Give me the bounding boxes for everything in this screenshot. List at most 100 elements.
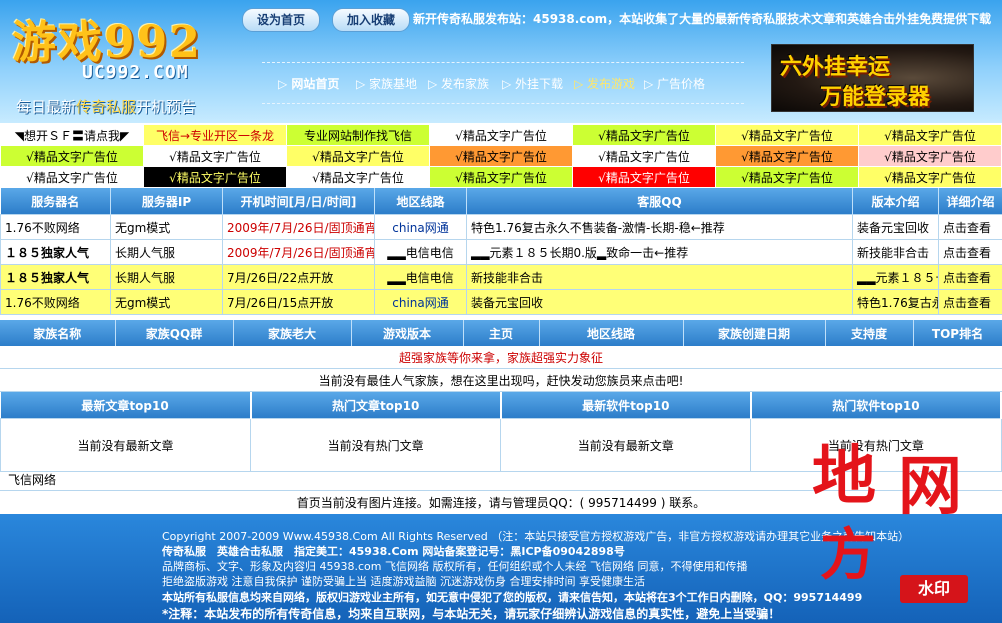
column-header: 详细介绍 bbox=[938, 188, 1002, 215]
ad-cell[interactable]: √精品文字广告位 bbox=[429, 145, 573, 167]
column-header: 版本介绍 bbox=[852, 188, 939, 215]
version-intro: 新技能非合击 bbox=[466, 264, 853, 290]
watermark-char: 地 bbox=[812, 439, 876, 514]
footer-disclaimer: 本站所有私服信息均来自网络，版权归游戏业主所有，如无意中侵犯了您的版权，请来信告… bbox=[162, 591, 863, 604]
footer-credits: 传奇私服 英雄合击私服 指定美工：45938.Com 网站备案登记号：黑ICP备… bbox=[162, 545, 625, 558]
server-name[interactable]: １８５独家人气 bbox=[0, 239, 111, 265]
ad-cell[interactable]: 专业网站制作找飞信 bbox=[286, 124, 430, 146]
nav-item-publish-game[interactable]: ▷ 发布游戏 bbox=[574, 75, 635, 92]
ad-cell[interactable]: √精品文字广告位 bbox=[715, 145, 859, 167]
view-details-link[interactable]: 点击查看 bbox=[938, 239, 1002, 265]
top10-header-hot-software: 热门软件top10 bbox=[750, 392, 1002, 419]
nav-item-family-base[interactable]: ▷ 家族基地 bbox=[356, 75, 417, 92]
server-intro[interactable]: 特色1.76复古永久不售装备-激情-长期-稳←推荐 bbox=[466, 214, 853, 240]
footer-brand-notice: 品牌商标、文字、形象及内容归 45938.com 飞信网络 版权所有，任何组织或… bbox=[162, 560, 748, 573]
server-row: １８５独家人气 长期人气服 2009年/7月/26日/固顶通宵 ▂▂电信电信 ▂… bbox=[0, 239, 1002, 265]
view-details-link[interactable]: 点击查看 bbox=[938, 214, 1002, 240]
top10-header-latest-software: 最新软件top10 bbox=[500, 392, 752, 419]
version-intro: 装备元宝回收 bbox=[852, 214, 939, 240]
open-time: 2009年/7月/26日/固顶通宵 bbox=[222, 239, 375, 265]
server-ip: 无gm模式 bbox=[110, 289, 223, 315]
open-time: 7月/26日/22点开放 bbox=[222, 264, 375, 290]
ad-cell[interactable]: √精品文字广告位 bbox=[572, 145, 716, 167]
ad-cell[interactable]: √精品文字广告位 bbox=[572, 124, 716, 146]
family-table-header: 家族名称 家族QQ群 家族老大 游戏版本 主页 地区线路 家族创建日期 支持度 … bbox=[0, 320, 1002, 346]
friend-link[interactable]: 飞信网络 bbox=[8, 473, 56, 487]
top10-header-hot-articles: 热门文章top10 bbox=[250, 392, 502, 419]
ad-cell[interactable]: √精品文字广告位 bbox=[0, 166, 144, 188]
nav-item-plugin-download[interactable]: ▷ 外挂下载 bbox=[502, 75, 563, 92]
top10-cell: 当前没有最新文章 bbox=[500, 418, 752, 472]
server-ip: 长期人气服 bbox=[110, 239, 223, 265]
column-header: 服务器IP bbox=[110, 188, 223, 215]
server-intro[interactable]: 特色1.76复古永久不售装备-激情-长期-稳←←推荐 bbox=[852, 289, 939, 315]
column-header: 主页 bbox=[463, 320, 540, 346]
site-domain: UC992.COM bbox=[82, 62, 189, 83]
column-header: 游戏版本 bbox=[351, 320, 464, 346]
ad-row: √精品文字广告位 √精品文字广告位 √精品文字广告位 √精品文字广告位 √精品文… bbox=[0, 166, 1002, 188]
view-details-link[interactable]: 点击查看 bbox=[938, 289, 1002, 315]
nav-item-publish-family[interactable]: ▷ 发布家族 bbox=[428, 75, 489, 92]
server-list-table: 服务器名 服务器IP 开机时间[月/日/时间] 地区线路 客服QQ 版本介绍 详… bbox=[0, 188, 1002, 315]
main-nav: ▷ 网站首页 ▷ 家族基地 ▷ 发布家族 ▷ 外挂下载 ▷ 发布游戏 ▷ 广告价… bbox=[262, 62, 744, 104]
nav-item-home[interactable]: ▷ 网站首页 bbox=[278, 75, 339, 92]
server-name[interactable]: 1.76不败网络 bbox=[0, 214, 111, 240]
column-header: 支持度 bbox=[825, 320, 914, 346]
set-homepage-button[interactable]: 设为首页 bbox=[242, 8, 321, 32]
tagline-post: 开机预告 bbox=[136, 98, 197, 116]
column-header: 服务器名 bbox=[0, 188, 111, 215]
ad-cell[interactable]: ◥想开ＳＦ〓请点我◤ bbox=[0, 124, 144, 146]
column-header: 家族名称 bbox=[0, 320, 116, 346]
server-intro[interactable]: ▂▂元素１８５长期0.版▂致命一击←推荐 bbox=[466, 239, 853, 265]
server-ip: 无gm模式 bbox=[110, 214, 223, 240]
column-header: 家族老大 bbox=[233, 320, 352, 346]
server-row: １８５独家人气 长期人气服 7月/26日/22点开放 ▂▂电信电信 新技能非合击… bbox=[0, 264, 1002, 290]
ad-cell[interactable]: √精品文字广告位 bbox=[858, 124, 1002, 146]
top10-header: 最新文章top10 热门文章top10 最新软件top10 热门软件top10 bbox=[0, 392, 1002, 419]
nav-item-ad-price[interactable]: ▷ 广告价格 bbox=[644, 75, 705, 92]
version-intro: 新技能非合击 bbox=[852, 239, 939, 265]
ad-cell[interactable]: √精品文字广告位 bbox=[429, 166, 573, 188]
ad-cell[interactable]: √精品文字广告位 bbox=[286, 145, 430, 167]
banner-ad-line1: 六外挂幸运 bbox=[780, 55, 891, 80]
watermark-badge: 水印 bbox=[900, 575, 968, 603]
column-header: 地区线路 bbox=[539, 320, 684, 346]
announcement-marquee: 新开传奇私服发布站：45938.com，本站收集了大量的最新传奇私服技术文章和英… bbox=[413, 12, 992, 26]
view-details-link[interactable]: 点击查看 bbox=[938, 264, 1002, 290]
column-header: 家族创建日期 bbox=[683, 320, 826, 346]
ad-cell[interactable]: √精品文字广告位 bbox=[715, 166, 859, 188]
ad-cell[interactable]: √精品文字广告位 bbox=[143, 166, 287, 188]
server-name[interactable]: １８５独家人气 bbox=[0, 264, 111, 290]
open-time: 2009年/7月/26日/固顶通宵 bbox=[222, 214, 375, 240]
add-favorite-button[interactable]: 加入收藏 bbox=[332, 8, 411, 32]
column-header: 家族QQ群 bbox=[115, 320, 234, 346]
site-logo[interactable]: 游戏992 bbox=[12, 6, 202, 70]
top10-header-latest-articles: 最新文章top10 bbox=[0, 392, 252, 419]
ad-row: ◥想开ＳＦ〓请点我◤ 飞信→专业开区一条龙 专业网站制作找飞信 √精品文字广告位… bbox=[0, 124, 1002, 146]
server-row: 1.76不败网络 无gm模式 2009年/7月/26日/固顶通宵 china网通… bbox=[0, 214, 1002, 240]
ad-cell[interactable]: √精品文字广告位 bbox=[572, 166, 716, 188]
server-intro[interactable]: ▂▂元素１８５长期0.版▂致命一击←←推荐 bbox=[852, 264, 939, 290]
ad-cell[interactable]: √精品文字广告位 bbox=[858, 166, 1002, 188]
site-header: 游戏992 UC992.COM 每日最新传奇私服开机预告 设为首页 加入收藏 新… bbox=[0, 0, 1002, 123]
ad-cell[interactable]: √精品文字广告位 bbox=[858, 145, 1002, 167]
open-time: 7月/26日/15点开放 bbox=[222, 289, 375, 315]
ad-cell[interactable]: √精品文字广告位 bbox=[286, 166, 430, 188]
footer-note: *注释：本站发布的所有传奇信息，均来自互联网，与本站无关，请玩家仔细辨认游戏信息… bbox=[162, 607, 781, 621]
ad-cell[interactable]: 飞信→专业开区一条龙 bbox=[143, 124, 287, 146]
ad-cell[interactable]: √精品文字广告位 bbox=[143, 145, 287, 167]
server-ip: 长期人气服 bbox=[110, 264, 223, 290]
server-name[interactable]: 1.76不败网络 bbox=[0, 289, 111, 315]
version-intro: 装备元宝回收 bbox=[466, 289, 853, 315]
banner-ad-login-tool[interactable]: 六外挂幸运 万能登录器 bbox=[771, 44, 974, 112]
site-tagline: 每日最新传奇私服开机预告 bbox=[16, 96, 196, 117]
footer-copyright: Copyright 2007-2009 Www.45938.Com All Ri… bbox=[162, 530, 910, 543]
ad-cell[interactable]: √精品文字广告位 bbox=[715, 124, 859, 146]
ad-cell[interactable]: √精品文字广告位 bbox=[429, 124, 573, 146]
server-row: 1.76不败网络 无gm模式 7月/26日/15点开放 china网通 装备元宝… bbox=[0, 289, 1002, 315]
family-slogan: 超强家族等你来拿，家族超强实力象征 bbox=[0, 346, 1002, 369]
column-header: TOP排名 bbox=[913, 320, 1002, 346]
top10-cell: 当前没有热门文章 bbox=[250, 418, 502, 472]
region-line: china网通 bbox=[374, 289, 467, 315]
ad-cell[interactable]: √精品文字广告位 bbox=[0, 145, 144, 167]
